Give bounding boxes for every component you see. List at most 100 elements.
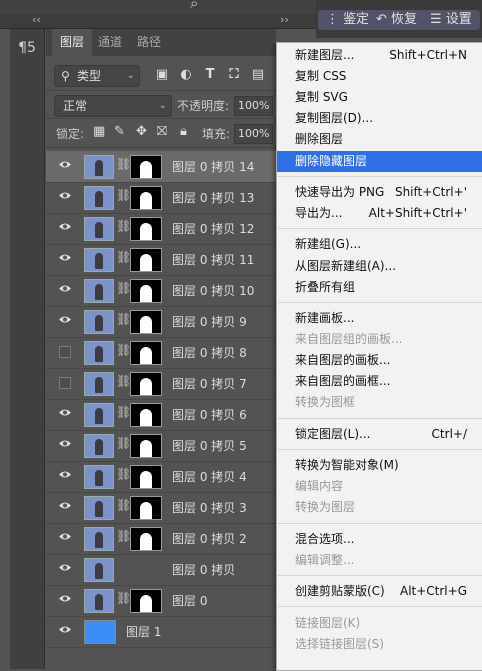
link-chain-icon[interactable]: ⛓ xyxy=(116,188,131,202)
eye-icon[interactable] xyxy=(58,191,72,200)
eye-icon[interactable] xyxy=(58,470,72,479)
eye-icon[interactable] xyxy=(58,253,72,262)
fill-input[interactable]: 100% xyxy=(234,124,274,144)
lock-artboard-icon[interactable]: ⛝ xyxy=(157,124,167,139)
layer-row[interactable]: ⛓ 图层 0 拷贝 12 xyxy=(46,213,276,245)
menu-item[interactable]: 锁定图层(L)... Ctrl+/ xyxy=(277,424,482,445)
menu-item[interactable]: 转换为智能对象(M) xyxy=(277,455,482,476)
menu-item[interactable]: 复制图层(D)... xyxy=(277,108,482,129)
layer-mask-thumbnail[interactable] xyxy=(130,310,162,334)
layer-mask-thumbnail[interactable] xyxy=(130,155,162,179)
eye-icon[interactable] xyxy=(58,563,72,572)
layer-mask-thumbnail[interactable] xyxy=(130,434,162,458)
layer-mask-thumbnail[interactable] xyxy=(130,341,162,365)
link-chain-icon[interactable]: ⛓ xyxy=(116,405,131,419)
lock-transparent-icon[interactable]: ▦ xyxy=(93,124,105,139)
collapse-left-icon[interactable]: ‹‹ xyxy=(32,13,41,26)
link-chain-icon[interactable]: ⛓ xyxy=(116,157,131,171)
eye-icon[interactable] xyxy=(58,222,72,231)
tab-channels[interactable]: 通道 xyxy=(90,29,130,56)
eye-icon[interactable] xyxy=(58,501,72,510)
layer-row[interactable]: ⛓ 图层 0 拷贝 13 xyxy=(46,182,276,214)
layer-mask-thumbnail[interactable] xyxy=(130,248,162,272)
layer-row[interactable]: ⛓ 图层 0 拷贝 4 xyxy=(46,461,276,493)
eye-icon[interactable] xyxy=(58,284,72,293)
menu-item[interactable]: 新建组(G)... xyxy=(277,234,482,255)
menu-item[interactable]: 新建画板... xyxy=(277,308,482,329)
layer-mask-thumbnail[interactable] xyxy=(130,527,162,551)
layer-row[interactable]: ⛓ 图层 0 拷贝 2 xyxy=(46,523,276,555)
layer-row[interactable]: ⛓ 图层 0 拷贝 6 xyxy=(46,399,276,431)
link-chain-icon[interactable]: ⛓ xyxy=(116,343,131,357)
layer-mask-thumbnail[interactable] xyxy=(130,217,162,241)
link-chain-icon[interactable]: ⛓ xyxy=(116,591,131,605)
visibility-toggle[interactable] xyxy=(59,346,71,358)
lock-all-icon[interactable]: 🔒︎ xyxy=(180,124,187,139)
layer-mask-thumbnail[interactable] xyxy=(130,465,162,489)
link-chain-icon[interactable]: ⛓ xyxy=(116,312,131,326)
opacity-input[interactable]: 100% xyxy=(234,96,274,116)
restore-button[interactable]: ↶ 恢复 xyxy=(368,10,426,30)
menu-item[interactable]: 复制 CSS xyxy=(277,66,482,87)
shape-filter-icon[interactable]: ⛶ xyxy=(226,67,242,82)
link-chain-icon[interactable]: ⛓ xyxy=(116,436,131,450)
tab-paths[interactable]: 路径 xyxy=(129,29,169,56)
link-chain-icon[interactable]: ⛓ xyxy=(116,281,131,295)
menu-item[interactable]: 删除图层 xyxy=(277,129,482,150)
menu-item[interactable]: 混合选项... xyxy=(277,529,482,550)
layer-row[interactable]: 图层 1 xyxy=(46,616,276,648)
layer-row[interactable]: 图层 0 拷贝 xyxy=(46,554,276,586)
layer-mask-thumbnail[interactable] xyxy=(130,403,162,427)
menu-item[interactable]: 来自图层的画框... xyxy=(277,371,482,392)
layer-mask-thumbnail[interactable] xyxy=(130,279,162,303)
eye-icon[interactable] xyxy=(58,408,72,417)
layer-row[interactable]: ⛓ 图层 0 拷贝 7 xyxy=(46,368,276,400)
link-chain-icon[interactable]: ⛓ xyxy=(116,250,131,264)
menu-item[interactable]: 新建图层... Shift+Ctrl+N xyxy=(277,45,482,66)
eye-icon[interactable] xyxy=(58,625,72,634)
layer-row[interactable]: ⛓ 图层 0 拷贝 8 xyxy=(46,337,276,369)
text-filter-icon[interactable]: T xyxy=(202,67,218,82)
paragraph-panel-icon[interactable]: ¶5 xyxy=(13,40,41,62)
smart-object-filter-icon[interactable]: ▤ xyxy=(250,67,266,82)
layer-mask-thumbnail[interactable] xyxy=(130,186,162,210)
layer-mask-thumbnail[interactable] xyxy=(130,589,162,613)
filter-type-select[interactable]: ⚲ 类型 ⌄ xyxy=(54,65,140,87)
layer-row[interactable]: ⛓ 图层 0 拷贝 9 xyxy=(46,306,276,338)
visibility-toggle[interactable] xyxy=(59,377,71,389)
link-chain-icon[interactable]: ⛓ xyxy=(116,467,131,481)
lock-image-icon[interactable]: ✎ xyxy=(114,124,125,139)
link-chain-icon[interactable]: ⛓ xyxy=(116,498,131,512)
menu-item[interactable]: 来自图层的画板... xyxy=(277,350,482,371)
menu-item[interactable]: 导出为... Alt+Shift+Ctrl+' xyxy=(277,203,482,224)
layer-mask-thumbnail[interactable] xyxy=(130,496,162,520)
layer-row[interactable]: ⛓ 图层 0 xyxy=(46,585,276,617)
eye-icon[interactable] xyxy=(58,160,72,169)
eye-icon[interactable] xyxy=(58,594,72,603)
layer-mask-thumbnail[interactable] xyxy=(130,372,162,396)
image-filter-icon[interactable]: ▣ xyxy=(154,67,170,82)
link-chain-icon[interactable]: ⛓ xyxy=(116,374,131,388)
menu-item[interactable]: 删除隐藏图层 xyxy=(277,150,482,172)
search-icon[interactable]: ⌕ xyxy=(190,0,198,12)
eye-icon[interactable] xyxy=(58,439,72,448)
menu-item[interactable]: 创建剪贴蒙版(C) Alt+Ctrl+G xyxy=(277,581,482,602)
adjustment-filter-icon[interactable]: ◐ xyxy=(178,67,194,82)
layer-row[interactable]: ⛓ 图层 0 拷贝 11 xyxy=(46,244,276,276)
menu-item[interactable]: 从图层新建组(A)... xyxy=(277,256,482,277)
menu-item[interactable]: 复制 SVG xyxy=(277,87,482,108)
layer-row[interactable]: ⛓ 图层 0 拷贝 14 xyxy=(46,151,276,183)
collapse-right-icon[interactable]: ›› xyxy=(280,13,289,26)
menu-item[interactable]: 快速导出为 PNG Shift+Ctrl+' xyxy=(277,182,482,203)
menu-item[interactable]: 折叠所有组 xyxy=(277,277,482,298)
layer-row[interactable]: ⛓ 图层 0 拷贝 3 xyxy=(46,492,276,524)
blend-mode-select[interactable]: 正常 ⌄ xyxy=(54,95,172,117)
settings-button[interactable]: ☰ 设置 xyxy=(422,10,480,30)
lock-position-icon[interactable]: ✥ xyxy=(136,124,147,139)
layer-row[interactable]: ⛓ 图层 0 拷贝 5 xyxy=(46,430,276,462)
link-chain-icon[interactable]: ⛓ xyxy=(116,529,131,543)
eye-icon[interactable] xyxy=(58,315,72,324)
eye-icon[interactable] xyxy=(58,532,72,541)
tab-layers[interactable]: 图层 xyxy=(52,29,93,56)
link-chain-icon[interactable]: ⛓ xyxy=(116,219,131,233)
